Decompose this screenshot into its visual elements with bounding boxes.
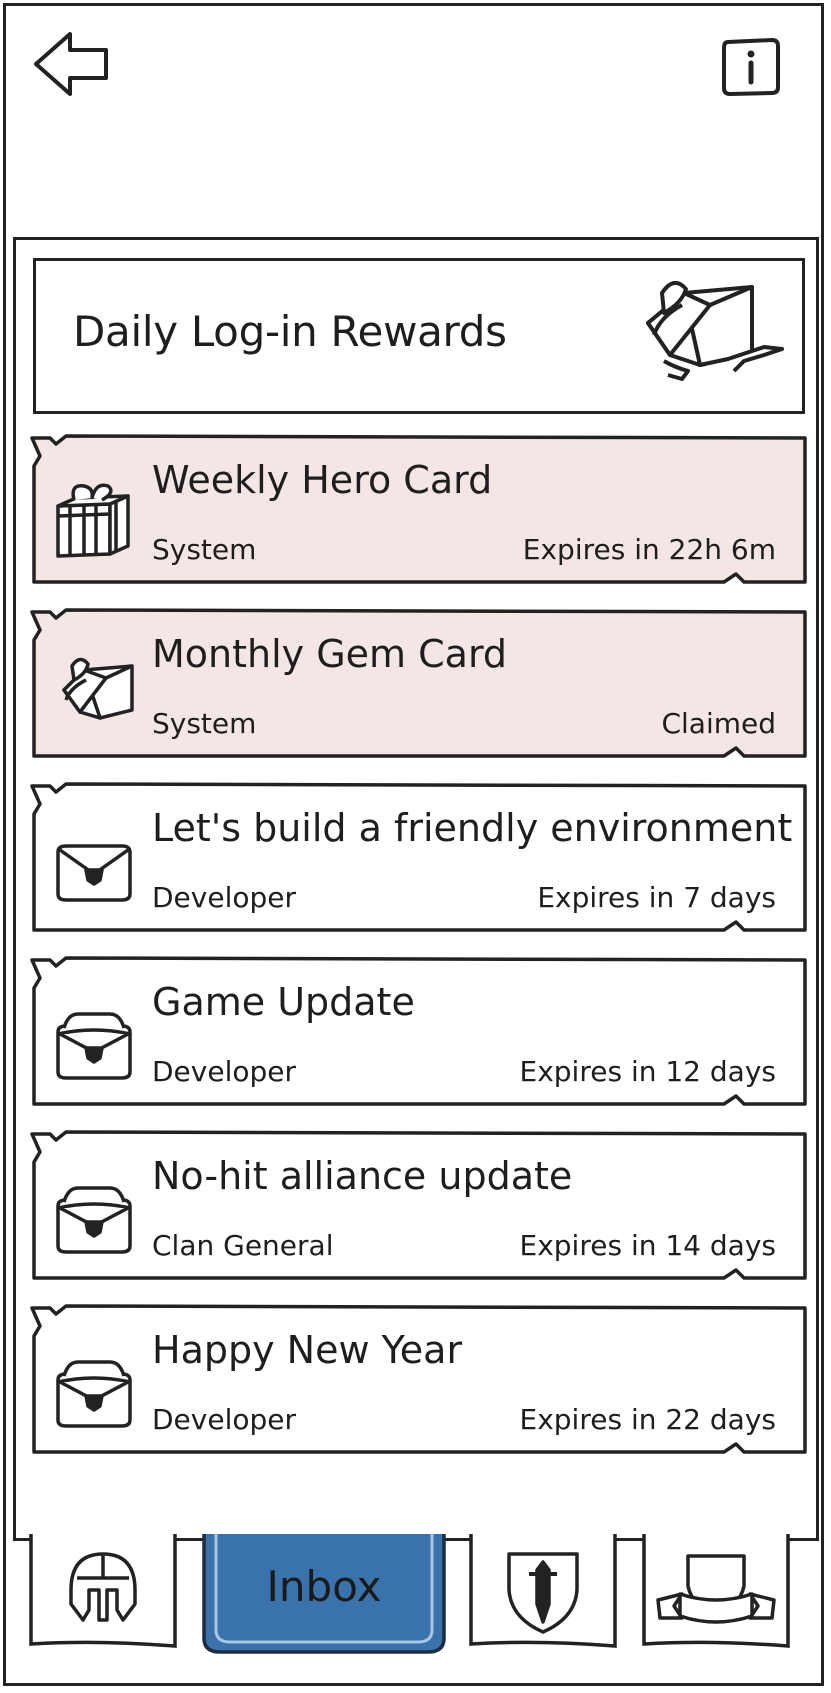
arrow-left-icon	[34, 32, 108, 96]
info-icon	[722, 37, 780, 97]
mail-item[interactable]: No-hit alliance update Clan General Expire…	[30, 1130, 808, 1284]
mail-expiry: Expires in 22 days	[519, 1403, 776, 1436]
gift-icon	[56, 483, 130, 558]
open-envelope-icon	[56, 1360, 132, 1428]
mail-title: Weekly Hero Card	[152, 458, 493, 502]
mail-sender: System	[152, 707, 257, 740]
helmet-icon	[69, 1552, 137, 1622]
back-button[interactable]	[32, 30, 112, 100]
open-envelope-icon	[56, 1186, 132, 1254]
daily-rewards-banner[interactable]: Daily Log-in Rewards	[33, 258, 805, 414]
open-envelope-icon	[56, 1012, 132, 1080]
mail-title: Monthly Gem Card	[152, 632, 508, 676]
info-button[interactable]	[720, 36, 782, 98]
mail-sender: System	[152, 533, 257, 566]
mail-sender: Clan General	[152, 1229, 334, 1262]
mail-item[interactable]: Happy New Year Developer Expires in 22 day…	[30, 1304, 808, 1458]
mail-expiry: Claimed	[661, 707, 776, 740]
mail-sender: Developer	[152, 881, 297, 914]
envelope-icon	[56, 844, 132, 902]
daily-rewards-title: Daily Log-in Rewards	[73, 307, 507, 356]
tab-heroes[interactable]	[27, 1534, 179, 1652]
mail-expiry: Expires in 22h 6m	[522, 533, 776, 566]
mail-sender: Developer	[152, 1403, 297, 1436]
mail-item[interactable]: Weekly Hero Card System Expires in 22h 6m	[30, 434, 808, 588]
mail-title: Happy New Year	[152, 1328, 463, 1372]
mail-sender: Developer	[152, 1055, 297, 1088]
mail-title: No-hit alliance update	[152, 1154, 573, 1198]
mail-item[interactable]: Let's build a friendly environment Develo…	[30, 782, 808, 936]
tab-ranking[interactable]	[640, 1534, 792, 1652]
open-box-icon	[62, 657, 134, 720]
mail-title: Let's build a friendly environment	[152, 806, 793, 850]
mail-title: Game Update	[152, 980, 415, 1024]
mail-expiry: Expires in 14 days	[519, 1229, 776, 1262]
tab-clan[interactable]	[467, 1534, 619, 1652]
gift-box-icon	[646, 281, 784, 381]
mail-expiry: Expires in 7 days	[537, 881, 776, 914]
mail-item[interactable]: Game Update Developer Expires in 12 days	[30, 956, 808, 1110]
mail-expiry: Expires in 12 days	[519, 1055, 776, 1088]
tab-inbox-label: Inbox	[266, 1562, 382, 1611]
tab-inbox[interactable]: Inbox	[202, 1534, 446, 1658]
mail-item[interactable]: Monthly Gem Card System Claimed	[30, 608, 808, 762]
